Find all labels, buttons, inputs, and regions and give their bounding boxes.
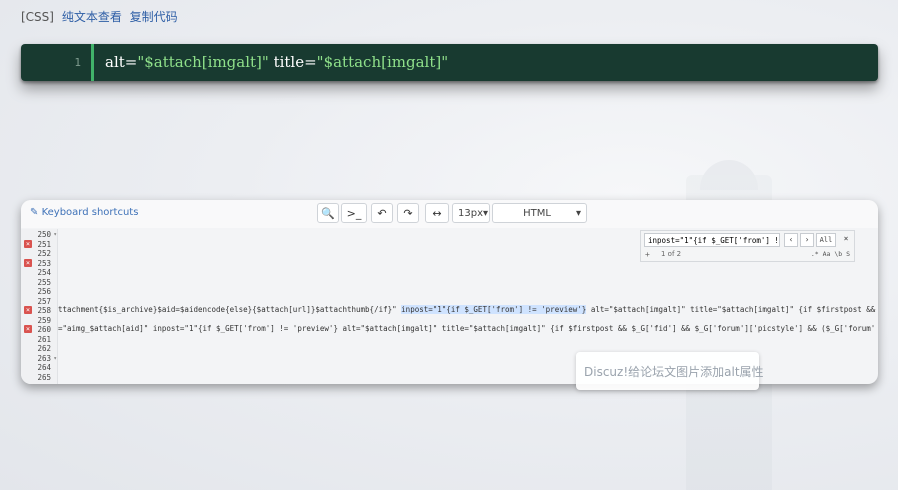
search-options[interactable]: .* Aa \b S [811,250,850,258]
chevron-down-icon: ▾ [575,207,581,219]
gutter-line: × 251 [21,239,57,250]
code-value-alt: "$attach[imgalt]" [137,53,269,71]
code-block: 1 alt="$attach[imgalt]" title="$attach[i… [21,44,878,81]
search-panel: inpost="1"{if $_GET['from'] ! ‹ › All × … [640,230,855,262]
arrows-horizontal-icon: ↔ [432,206,442,220]
keyboard-shortcuts-label: Keyboard shortcuts [41,207,139,218]
gutter-line: 265 [21,373,57,383]
code-line: alt="$attach[imgalt]" title="$attach[img… [105,44,448,81]
gutter-line: × 260 [21,325,57,335]
code-header: [CSS] 纯文本查看 复制代码 [21,8,178,25]
replace-toggle[interactable]: + [645,250,650,259]
code-text: alt="$attach[imgalt]" title="$attach[img… [586,305,876,314]
redo-icon: ↷ [403,206,413,220]
chevron-left-icon: ‹ [788,235,794,244]
line-number: 265 [37,372,51,382]
line-number: 261 [37,334,51,344]
code-value-title: "$attach[imgalt]" [316,53,449,71]
code-text: ="aimg_$attach[aid]" inpost="1"{if $_GET… [58,324,876,333]
error-icon[interactable]: × [24,306,32,314]
gutter-line: × 253 [21,258,57,269]
line-number: 254 [37,268,51,277]
mode-value: HTML [523,207,551,219]
line-number: 263 [37,353,51,363]
gutter-line: × 258 [21,306,57,316]
line-number: 250 [37,230,51,239]
gutter-line: 255 [21,278,57,288]
line-number: 262 [37,344,51,353]
undo-icon: ↶ [377,206,387,220]
line-number: 259 [37,315,51,325]
search-count: 1 of 2 [661,250,682,258]
font-size-select[interactable]: 13px ▾ [452,203,490,223]
line-number: 260 [37,325,51,334]
error-icon[interactable]: × [24,258,32,267]
gutter-line: 261 [21,335,57,345]
code-line-258: ttachment{$is_archive}$aid=$aidencode{el… [58,305,878,315]
wrap-toggle-button[interactable]: ↔ [425,203,449,223]
copy-code-link[interactable]: 复制代码 [130,10,178,24]
find-all-button[interactable]: All [816,233,836,247]
close-icon: × [843,234,849,243]
font-size-value: 13px [458,207,483,219]
toast-text: Discuz!给论坛文图片添加alt属性 [584,365,764,379]
gutter-line: 264 [21,363,57,373]
search-input[interactable]: inpost="1"{if $_GET['from'] ! [644,233,780,247]
line-number: 1 [21,44,94,81]
gutter-line: 250 ▾ [21,230,57,240]
code-attr-alt: alt= [105,53,138,71]
keyboard-shortcuts-link[interactable]: ✎ Keyboard shortcuts [30,207,138,218]
language-tag: [CSS] [21,10,54,24]
code-attr-title: title= [268,53,317,71]
fold-icon[interactable]: ▾ [53,354,57,364]
line-number: 264 [37,363,51,372]
terminal-button[interactable]: >_ [341,203,367,223]
line-number: 251 [37,239,51,249]
search-button[interactable]: 🔍 [317,203,339,223]
gutter-line: 262 [21,344,57,354]
close-search-button[interactable]: × [839,233,853,247]
gutter-line: 256 [21,287,57,297]
error-icon[interactable]: × [24,239,32,248]
terminal-icon: >_ [346,206,362,220]
gutter-line: 263 ▾ [21,354,57,364]
chevron-down-icon: ▾ [483,207,489,219]
line-number: 257 [37,296,51,306]
gutter-line: 257 [21,297,57,307]
editor-toolbar: ✎ Keyboard shortcuts 🔍 >_ ↶ ↷ ↔ 13px ▾ HT… [21,200,878,228]
chevron-right-icon: › [804,235,810,244]
line-number: 256 [37,287,51,296]
watermark-toast: Discuz!给论坛文图片添加alt属性 [576,352,764,390]
fold-icon[interactable]: ▾ [53,230,57,240]
plain-text-link[interactable]: 纯文本查看 [62,10,122,24]
gutter-line: 254 [21,268,57,278]
redo-button[interactable]: ↷ [397,203,419,223]
search-icon: 🔍 [321,206,335,220]
line-number: 258 [37,306,51,315]
line-number: 252 [37,249,51,258]
gutter-line: 252 [21,249,57,259]
line-number: 253 [37,258,51,268]
code-line-260: ="aimg_$attach[aid]" inpost="1"{if $_GET… [58,324,878,334]
line-gutter: 250 ▾ × 251 252 × 253 254 255 256 257 × 258 259 × 260 26… [21,229,58,384]
undo-button[interactable]: ↶ [371,203,393,223]
find-previous-button[interactable]: ‹ [784,233,798,247]
search-highlight: inpost="1"{if $_GET['from'] != 'preview'… [401,305,587,314]
code-text: ttachment{$is_archive}$aid=$aidencode{el… [58,305,402,314]
mode-select[interactable]: HTML ▾ [492,203,587,223]
gutter-line: 259 [21,316,57,326]
error-icon[interactable]: × [24,325,32,333]
line-number: 255 [37,277,51,287]
find-next-button[interactable]: › [800,233,814,247]
